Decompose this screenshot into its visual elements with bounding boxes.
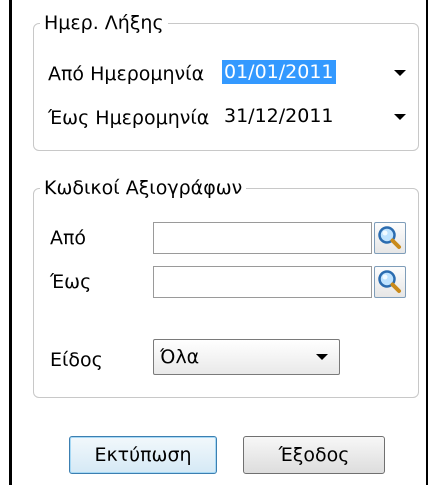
to-date-combo[interactable]: 31/12/2011	[220, 102, 416, 130]
date-group-title: Ημερ. Λήξης	[40, 12, 168, 34]
magnifier-icon[interactable]	[375, 223, 405, 253]
date-group	[33, 23, 419, 151]
code-from-label: Από	[50, 227, 87, 249]
from-date-value[interactable]: 01/01/2011	[222, 60, 336, 84]
window-right-border	[426, 0, 428, 485]
code-to-label: Έως	[50, 271, 92, 293]
code-to-search-button[interactable]	[374, 266, 406, 298]
exit-button[interactable]: Έξοδος	[243, 436, 385, 474]
code-from-input[interactable]	[153, 222, 372, 254]
print-button[interactable]: Εκτύπωση	[69, 436, 217, 474]
magnifier-icon[interactable]	[375, 267, 405, 297]
to-date-label: Έως Ημερομηνία	[48, 107, 210, 129]
to-date-value[interactable]: 31/12/2011	[222, 104, 336, 128]
type-select-value[interactable]: Όλα	[160, 345, 199, 369]
from-date-combo[interactable]: 01/01/2011	[220, 58, 416, 86]
chevron-down-icon[interactable]	[394, 70, 406, 76]
chevron-down-icon[interactable]	[316, 354, 328, 360]
codes-group-title: Κωδικοί Αξιογράφων	[40, 177, 247, 199]
code-from-search-button[interactable]	[374, 222, 406, 254]
from-date-label: Από Ημερομηνία	[48, 63, 205, 85]
window-left-border	[9, 0, 12, 485]
type-label: Είδος	[50, 349, 103, 371]
type-select[interactable]: Όλα	[153, 339, 340, 375]
code-to-input[interactable]	[153, 266, 372, 298]
chevron-down-icon[interactable]	[394, 114, 406, 120]
